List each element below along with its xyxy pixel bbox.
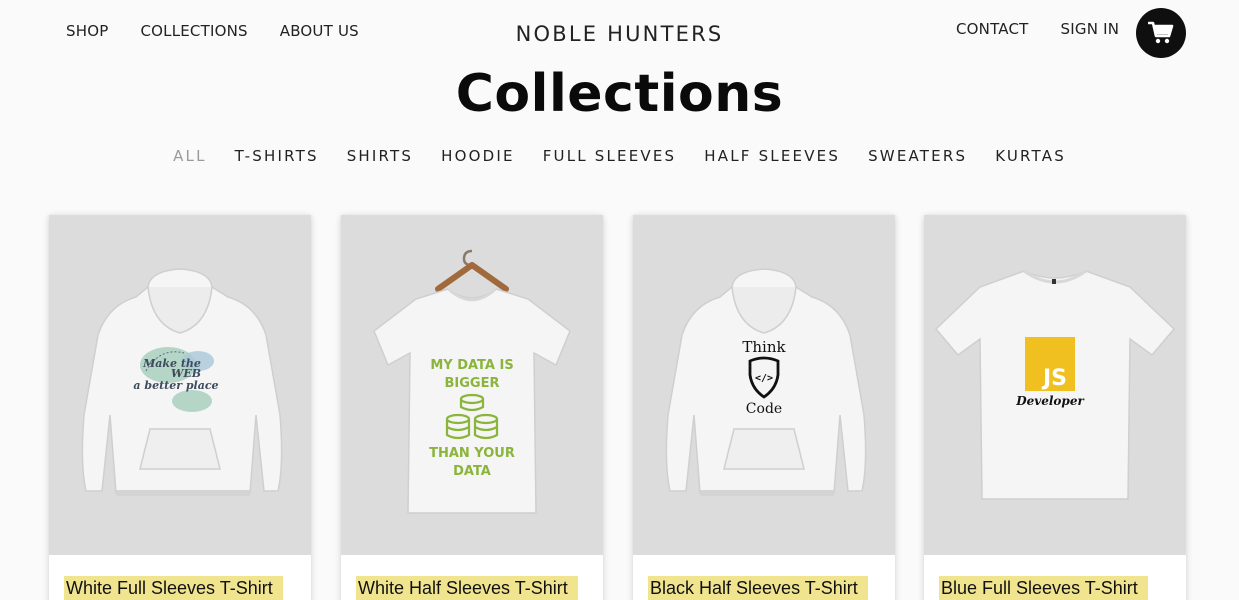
category-filter-bar: ALL T-SHIRTS SHIRTS HOODIE FULL SLEEVES … bbox=[0, 147, 1239, 165]
product-image[interactable]: MY DATA IS BIGGER THAN YOUR DATA bbox=[341, 215, 603, 555]
nav-link-sign-in[interactable]: SIGN IN bbox=[1061, 20, 1120, 38]
nav-right-links: CONTACT SIGN IN bbox=[956, 20, 1119, 38]
product-image[interactable]: Make the WEB a better place bbox=[49, 215, 311, 555]
filter-shirts[interactable]: SHIRTS bbox=[333, 147, 427, 165]
print-line-1: JS bbox=[1041, 366, 1067, 391]
print-line-3: THAN YOUR bbox=[429, 446, 515, 461]
product-card[interactable]: MY DATA IS BIGGER THAN YOUR DATA White H… bbox=[341, 215, 603, 600]
print-line-2: Developer bbox=[1015, 394, 1085, 408]
cart-button[interactable] bbox=[1136, 8, 1186, 58]
product-card[interactable]: Think </> Code Black Half Sleeves T-Shir… bbox=[633, 215, 895, 600]
filter-kurtas[interactable]: KURTAS bbox=[981, 147, 1080, 165]
print-line-1: MY DATA IS bbox=[430, 358, 513, 373]
product-title[interactable]: White Half Sleeves T-Shirt bbox=[356, 576, 578, 600]
nav-link-collections[interactable]: COLLECTIONS bbox=[140, 22, 247, 40]
print-line-2: </> bbox=[755, 373, 773, 384]
nav-left-links: SHOP COLLECTIONS ABOUT US bbox=[66, 22, 359, 40]
print-line-4: DATA bbox=[453, 464, 491, 479]
nav-link-shop[interactable]: SHOP bbox=[66, 22, 108, 40]
product-image[interactable]: Think </> Code bbox=[633, 215, 895, 555]
print-line-3: a better place bbox=[133, 379, 218, 392]
cart-icon bbox=[1148, 21, 1174, 44]
filter-hoodie[interactable]: HOODIE bbox=[427, 147, 529, 165]
print-line-2: BIGGER bbox=[445, 376, 500, 391]
product-title[interactable]: White Full Sleeves T-Shirt bbox=[64, 576, 283, 600]
tshirt-image: JS Developer bbox=[934, 269, 1176, 500]
top-nav: SHOP COLLECTIONS ABOUT US NOBLE HUNTERS … bbox=[0, 0, 1239, 66]
print-line-3: Code bbox=[746, 401, 782, 417]
product-card[interactable]: Make the WEB a better place White Full S… bbox=[49, 215, 311, 600]
print-line-1: Think bbox=[742, 338, 786, 356]
product-title[interactable]: Black Half Sleeves T-Shirt bbox=[648, 576, 868, 600]
product-image[interactable]: JS Developer bbox=[924, 215, 1186, 555]
filter-sweaters[interactable]: SWEATERS bbox=[854, 147, 981, 165]
filter-half-sleeves[interactable]: HALF SLEEVES bbox=[690, 147, 854, 165]
product-card[interactable]: JS Developer Blue Full Sleeves T-Shirt bbox=[924, 215, 1186, 600]
filter-all[interactable]: ALL bbox=[159, 147, 221, 165]
product-title[interactable]: Blue Full Sleeves T-Shirt bbox=[939, 576, 1148, 600]
filter-full-sleeves[interactable]: FULL SLEEVES bbox=[529, 147, 691, 165]
nav-link-contact[interactable]: CONTACT bbox=[956, 20, 1029, 38]
page-title: Collections bbox=[455, 64, 784, 124]
hoodie-image: Make the WEB a better place bbox=[81, 268, 283, 496]
hoodie-image: Think </> Code bbox=[665, 268, 867, 496]
tshirt-on-hanger-image: MY DATA IS BIGGER THAN YOUR DATA bbox=[373, 249, 571, 514]
filter-t-shirts[interactable]: T-SHIRTS bbox=[221, 147, 333, 165]
nav-link-about-us[interactable]: ABOUT US bbox=[280, 22, 359, 40]
